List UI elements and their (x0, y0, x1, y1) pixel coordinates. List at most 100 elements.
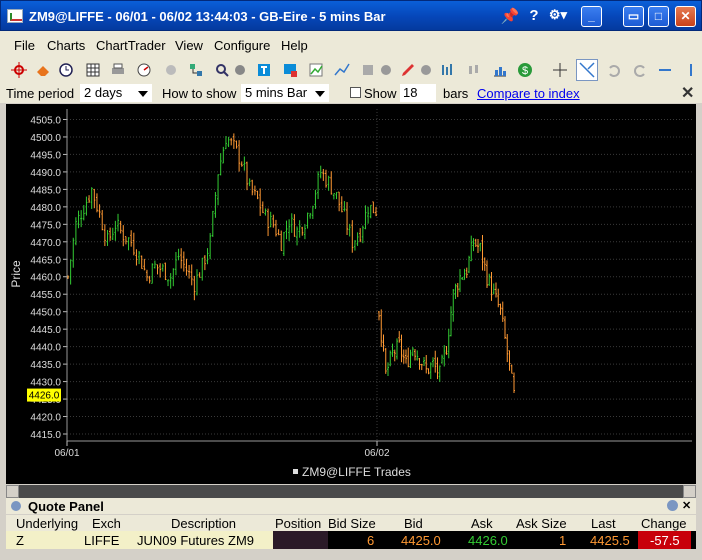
menu-charttrader[interactable]: ChartTrader (96, 38, 166, 53)
volume-icon[interactable] (492, 62, 508, 78)
menu-view[interactable]: View (175, 38, 203, 53)
how-to-show-select[interactable]: 5 mins Bar (241, 84, 329, 102)
close-icon[interactable]: ✕ (682, 499, 691, 512)
dollar-icon[interactable]: $ (517, 62, 533, 78)
circle-icon[interactable] (378, 62, 394, 78)
quote-panel-title: Quote Panel (28, 499, 104, 514)
price-chart[interactable]: 4415.04420.04425.04430.04435.04440.04445… (6, 104, 696, 484)
bars-icon[interactable] (440, 62, 456, 78)
show-label: Show (364, 86, 397, 101)
cell-description: JUN09 Futures ZM9 (137, 533, 255, 548)
time-period-select[interactable]: 2 days (80, 84, 152, 102)
col-bid-size[interactable]: Bid Size (328, 516, 376, 531)
col-description[interactable]: Description (171, 516, 236, 531)
network-icon[interactable] (188, 62, 204, 78)
cursor-select-icon[interactable] (576, 59, 598, 81)
menu-configure[interactable]: Configure (214, 38, 270, 53)
y-tick-label: 4490.0 (30, 168, 61, 179)
position-cell (273, 531, 328, 549)
collapse-icon[interactable] (11, 501, 21, 511)
col-underlying[interactable]: Underlying (16, 516, 78, 531)
col-bid[interactable]: Bid (404, 516, 423, 531)
gauge-icon[interactable] (136, 62, 152, 78)
link-icon[interactable]: ⚙▾ (547, 7, 569, 23)
settings-icon[interactable] (667, 500, 678, 511)
bars-label: bars (443, 86, 469, 101)
chart-horizontal-scrollbar[interactable] (6, 485, 696, 498)
vline-icon[interactable] (683, 62, 699, 78)
y-tick-label: 4505.0 (30, 115, 61, 126)
hline-icon[interactable] (657, 62, 673, 78)
how-to-show-value: 5 mins Bar (245, 85, 308, 100)
chart-svg[interactable]: 4415.04420.04425.04430.04435.04440.04445… (6, 104, 696, 484)
note-icon[interactable] (282, 62, 298, 78)
shape-icon[interactable] (360, 62, 376, 78)
candles-icon[interactable] (466, 62, 482, 78)
eraser-icon[interactable] (35, 62, 51, 78)
minimize-button[interactable]: _ (581, 6, 602, 27)
col-ask[interactable]: Ask (471, 516, 493, 531)
y-tick-label: 4460.0 (30, 273, 61, 284)
menu-help[interactable]: Help (281, 38, 308, 53)
close-button[interactable]: ✕ (675, 6, 696, 27)
y-tick-label: 4450.0 (30, 308, 61, 319)
scroll-left-icon[interactable] (6, 485, 19, 498)
restore-button[interactable]: ▭ (623, 6, 644, 27)
col-exch[interactable]: Exch (92, 516, 121, 531)
time-period-value: 2 days (84, 85, 123, 100)
help-icon[interactable]: ? (523, 7, 545, 24)
y-tick-label: 4475.0 (30, 220, 61, 231)
indicator-icon[interactable] (308, 62, 324, 78)
x-tick-label: 06/02 (364, 448, 389, 459)
legend-entry: ZM9@LIFFE Trades (302, 465, 411, 479)
y-tick-label: 4445.0 (30, 325, 61, 336)
y-tick-label: 4480.0 (30, 203, 61, 214)
zoom-icon[interactable] (214, 62, 230, 78)
menu-charts[interactable]: Charts (47, 38, 85, 53)
y-axis-label: Price (9, 260, 23, 288)
quote-row[interactable]: Z LIFFE JUN09 Futures ZM9 6 4425.0 4426.… (6, 531, 696, 549)
text-icon[interactable] (256, 62, 272, 78)
marker-icon[interactable] (418, 62, 434, 78)
svg-text:$: $ (522, 65, 528, 77)
menu-file[interactable]: File (14, 38, 35, 53)
chevron-down-icon (315, 91, 325, 97)
y-tick-label: 4430.0 (30, 378, 61, 389)
chart-axes: 4415.04420.04425.04430.04435.04440.04445… (27, 109, 692, 459)
last-price-value: 4426.0 (29, 391, 60, 402)
scroll-right-icon[interactable] (683, 485, 696, 498)
cell-ask-size: 1 (559, 533, 567, 548)
col-last[interactable]: Last (591, 516, 616, 531)
cell-ask: 4426.0 (468, 533, 508, 548)
crosshair-icon[interactable] (11, 62, 27, 78)
redo-icon[interactable] (632, 62, 648, 78)
cell-exch: LIFFE (84, 533, 120, 548)
compare-to-index-link[interactable]: Compare to index (477, 86, 580, 101)
col-change[interactable]: Change (641, 516, 687, 531)
pin-icon[interactable]: 📌 (499, 7, 521, 25)
clock-icon[interactable] (58, 62, 74, 78)
close-icon[interactable]: ✕ (681, 83, 694, 103)
y-tick-label: 4420.0 (30, 413, 61, 424)
show-checkbox[interactable] (350, 87, 361, 98)
bars-count-input[interactable]: 18 (400, 84, 436, 102)
y-tick-label: 4485.0 (30, 185, 61, 196)
record-icon[interactable] (163, 62, 179, 78)
col-ask-size[interactable]: Ask Size (516, 516, 567, 531)
print-icon[interactable] (110, 62, 126, 78)
pencil-icon[interactable] (400, 62, 416, 78)
y-tick-label: 4500.0 (30, 133, 61, 144)
quote-panel-columns: Underlying Exch Description Position Bid… (6, 515, 696, 531)
how-to-show-label: How to show (162, 86, 237, 101)
stop-icon[interactable] (232, 62, 248, 78)
crosshair-cursor-icon[interactable] (552, 62, 568, 78)
undo-icon[interactable] (606, 62, 622, 78)
grid-icon[interactable] (85, 62, 101, 78)
chart-grid (66, 109, 692, 441)
options-bar: Time period 2 days How to show 5 mins Ba… (0, 83, 702, 103)
col-position[interactable]: Position (275, 516, 321, 531)
y-tick-label: 4495.0 (30, 150, 61, 161)
trendline-icon[interactable] (334, 62, 350, 78)
maximize-button[interactable]: □ (648, 6, 669, 27)
quote-panel-header: Quote Panel ✕ (6, 498, 696, 514)
